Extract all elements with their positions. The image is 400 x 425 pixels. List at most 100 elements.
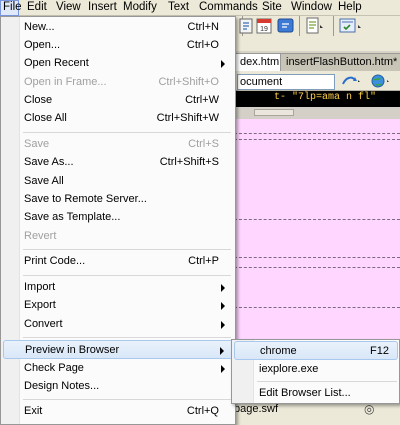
svg-text:19: 19 xyxy=(260,26,268,33)
menu-item-import[interactable]: Import xyxy=(3,278,233,297)
split-handle[interactable] xyxy=(254,109,294,116)
divider xyxy=(234,267,400,268)
page-options-icon[interactable] xyxy=(304,15,326,37)
menu-item-label: Revert xyxy=(24,230,57,242)
menu-item-export[interactable]: Export xyxy=(3,296,233,315)
globe-icon[interactable] xyxy=(370,72,394,90)
menu-item-shortcut: Ctrl+O xyxy=(186,39,219,51)
document-title-field[interactable]: ocument xyxy=(237,74,335,90)
menu-item-label: Save to Remote Server... xyxy=(24,193,147,205)
divider xyxy=(234,307,400,308)
menu-item-save-as-template[interactable]: Save as Template... xyxy=(3,208,233,227)
split-bar[interactable] xyxy=(234,107,400,119)
menu-separator xyxy=(23,399,231,400)
menu-item-save-as[interactable]: Save As... Ctrl+Shift+S xyxy=(3,153,233,172)
tab-index[interactable]: dex.htm xyxy=(234,53,286,71)
menu-item-label: Preview in Browser xyxy=(25,344,120,356)
divider xyxy=(234,139,400,140)
tag-icon: ◎ xyxy=(364,402,375,416)
menu-item-close[interactable]: Close Ctrl+W xyxy=(3,91,233,110)
menu-item-shortcut: Ctrl+Q xyxy=(186,405,219,417)
menu-item-label: Save as Template... xyxy=(24,211,121,223)
menu-item-label: Import xyxy=(24,281,56,293)
menu-item-print-code[interactable]: Print Code... Ctrl+P xyxy=(3,252,233,271)
menu-item-label: Open... xyxy=(24,39,61,51)
menu-item-label: Export xyxy=(24,299,56,311)
menu-item-open[interactable]: Open... Ctrl+O xyxy=(3,36,233,55)
menu-item-shortcut: Ctrl+S xyxy=(188,138,219,150)
menu-site[interactable]: Site xyxy=(260,0,282,16)
menu-item-shortcut: Ctrl+N xyxy=(187,21,219,33)
menu-item-open-recent[interactable]: Open Recent xyxy=(3,54,233,73)
menu-item-label: Convert xyxy=(24,318,63,330)
code-snippet: t- "7lp=ama n fl" xyxy=(274,92,377,103)
menu-item-label: Close All xyxy=(24,112,67,124)
menu-window[interactable]: Window xyxy=(289,0,332,16)
calendar-icon[interactable]: 19 xyxy=(255,15,273,37)
menu-item-label: Open in Frame... xyxy=(24,76,107,88)
menu-separator xyxy=(23,275,231,276)
menu-item-label: New... xyxy=(24,21,55,33)
menu-item-design-notes[interactable]: Design Notes... xyxy=(3,377,233,396)
menu-item-check-page[interactable]: Check Page xyxy=(3,359,233,378)
submenu-arrow-icon xyxy=(221,284,225,292)
menu-item-label: Save All xyxy=(24,175,64,187)
menu-text[interactable]: Text xyxy=(166,0,189,16)
menu-commands[interactable]: Commands xyxy=(197,0,258,16)
menu-item-label: iexplore.exe xyxy=(259,363,319,375)
menu-item-label: Check Page xyxy=(24,362,84,374)
menu-separator xyxy=(23,249,231,250)
submenu-item-iexplore[interactable]: iexplore.exe xyxy=(234,360,398,379)
menu-file[interactable]: File xyxy=(0,0,22,16)
menu-item-exit[interactable]: Exit Ctrl+Q xyxy=(3,402,233,421)
menu-item-close-all[interactable]: Close All Ctrl+Shift+W xyxy=(3,109,233,128)
menu-item-save-all[interactable]: Save All xyxy=(3,172,233,191)
code-view-icon[interactable] xyxy=(238,15,254,37)
menu-item-save-to-remote-server[interactable]: Save to Remote Server... xyxy=(3,190,233,209)
code-view-strip: t- "7lp=ama n fl" xyxy=(234,91,400,107)
submenu-arrow-icon xyxy=(221,302,225,310)
file-menu: New... Ctrl+N Open... Ctrl+O Open Recent… xyxy=(0,16,236,425)
toolbar-separator xyxy=(299,16,300,36)
chat-icon[interactable] xyxy=(276,15,296,37)
menu-item-label: Save xyxy=(24,138,50,150)
menu-item-new[interactable]: New... Ctrl+N xyxy=(3,18,233,37)
menu-item-preview-in-browser[interactable]: Preview in Browser xyxy=(3,340,233,359)
submenu-arrow-icon xyxy=(221,365,225,373)
menu-item-convert[interactable]: Convert xyxy=(3,315,233,334)
submenu-item-edit-browser-list[interactable]: Edit Browser List... xyxy=(234,384,398,403)
menu-help[interactable]: Help xyxy=(336,0,362,16)
submenu-arrow-icon xyxy=(220,347,224,355)
menu-item-revert: Revert xyxy=(3,227,233,246)
menu-item-open-in-frame: Open in Frame... Ctrl+Shift+O xyxy=(3,73,233,92)
menu-item-shortcut: Ctrl+Shift+W xyxy=(156,112,219,124)
menu-item-label: Print Code... xyxy=(24,255,86,267)
menu-item-shortcut: Ctrl+P xyxy=(188,255,219,267)
menu-item-save: Save Ctrl+S xyxy=(3,135,233,154)
menu-item-label: Design Notes... xyxy=(24,380,100,392)
menu-insert[interactable]: Insert xyxy=(86,0,117,16)
preview-in-browser-submenu: chrome F12 iexplore.exe Edit Browser Lis… xyxy=(231,339,400,404)
menu-edit[interactable]: Edit xyxy=(25,0,47,16)
menu-item-shortcut: F12 xyxy=(370,345,389,357)
tab-insert-flash-button[interactable]: insertFlashButton.htm* xyxy=(280,53,400,71)
menu-item-label: Open Recent xyxy=(24,57,89,69)
menu-modify[interactable]: Modify xyxy=(121,0,157,16)
divider xyxy=(234,219,400,220)
submenu-arrow-icon xyxy=(221,321,225,329)
menu-item-label: Exit xyxy=(24,405,43,417)
menu-separator xyxy=(257,381,397,382)
menu-item-shortcut: Ctrl+Shift+S xyxy=(159,156,219,168)
submenu-arrow-icon xyxy=(221,60,225,68)
menu-item-label: chrome xyxy=(260,345,297,357)
menu-item-label: Save As... xyxy=(24,156,74,168)
menu-separator xyxy=(23,337,231,338)
menu-view[interactable]: View xyxy=(54,0,81,16)
divider xyxy=(234,257,400,258)
submenu-item-chrome[interactable]: chrome F12 xyxy=(234,341,398,360)
browser-check-icon[interactable] xyxy=(338,15,364,37)
menu-item-label: Edit Browser List... xyxy=(259,387,351,399)
divider xyxy=(234,133,400,134)
menu-item-label: Close xyxy=(24,94,53,106)
file-management-icon[interactable] xyxy=(341,72,361,90)
